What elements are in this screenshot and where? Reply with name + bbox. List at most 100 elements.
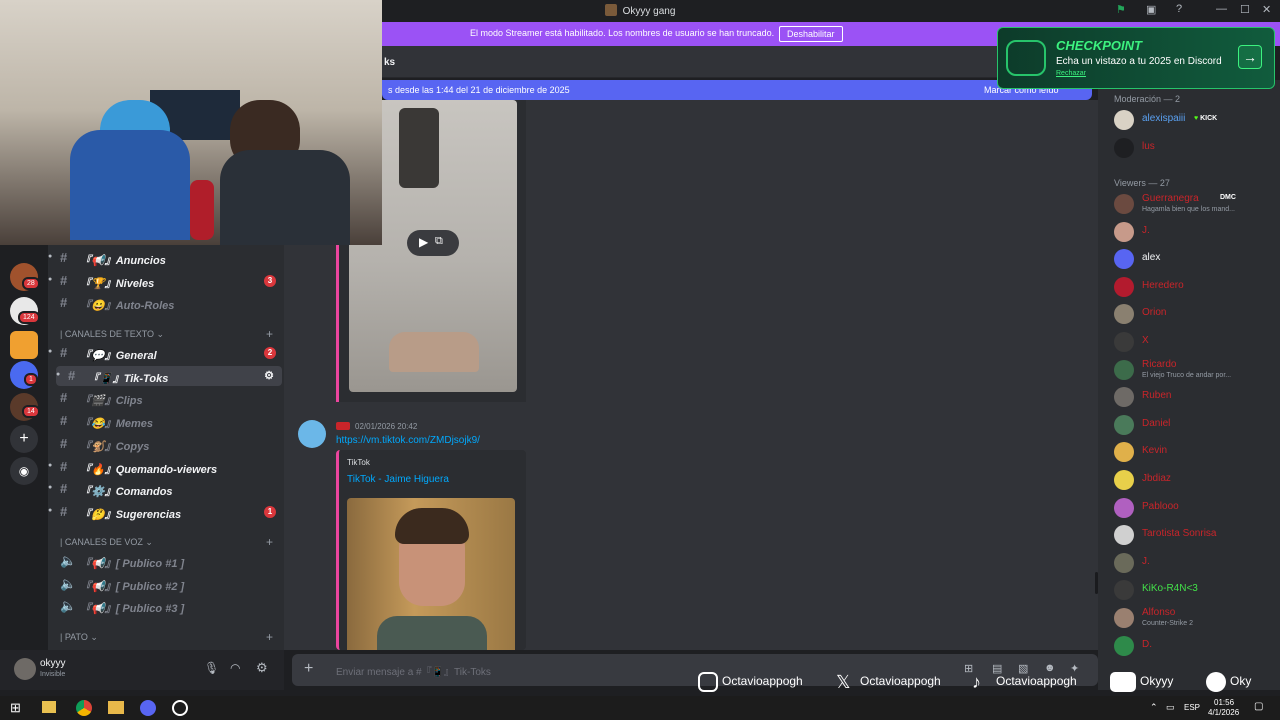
plus-icon[interactable]: + — [10, 425, 38, 453]
webcam-microphone — [190, 180, 214, 240]
social-tiktok: ♪ Octavioappogh — [972, 672, 1077, 692]
member-row[interactable]: Orion — [1112, 302, 1274, 326]
member-row[interactable]: lus — [1112, 136, 1274, 160]
chevron-up-icon[interactable]: ⌃ — [1150, 702, 1158, 713]
viewers-header: Viewers — 27 — [1114, 178, 1170, 188]
member-row[interactable]: alexispaiii ♥ KICK — [1112, 108, 1274, 132]
microphone-icon[interactable]: 🎙 — [204, 661, 219, 675]
language-indicator[interactable]: ESP — [1184, 703, 1200, 712]
avatar — [1114, 608, 1134, 628]
channel-label: 『🤔』Sugerencias — [80, 508, 182, 521]
member-row[interactable]: Heredero — [1112, 275, 1274, 299]
channel-item[interactable]: 🔈 『📢』[ Publico #2 ] — [48, 574, 284, 594]
category-text-channels[interactable]: | CANALES DE TEXTO ⌄ + — [60, 327, 273, 341]
open-external-icon[interactable]: ⧉ — [435, 235, 443, 248]
unread-dot-icon: ● — [48, 253, 53, 260]
member-row[interactable]: Ricardo El viejo Truco de andar por... — [1112, 358, 1274, 382]
obs-icon[interactable] — [172, 700, 188, 716]
help-icon[interactable]: ? — [1176, 3, 1182, 15]
server-icon[interactable] — [10, 331, 38, 359]
avatar — [1114, 470, 1134, 490]
member-row[interactable]: Kevin — [1112, 440, 1274, 464]
avatar — [1114, 414, 1134, 435]
arrow-right-icon[interactable]: → — [1238, 45, 1262, 69]
category-voice-channels[interactable]: | CANALES DE VOZ ⌄ + — [60, 535, 273, 549]
member-row[interactable]: X — [1112, 330, 1274, 354]
channel-item[interactable]: ● # 『🏆』Niveles 3 — [48, 271, 284, 291]
disable-streamer-button[interactable]: Deshabilitar — [779, 26, 843, 42]
member-row[interactable]: D. — [1112, 634, 1274, 658]
member-name: J. — [1142, 224, 1150, 236]
clock-time[interactable]: 01:56 — [1214, 698, 1234, 707]
message-link[interactable]: https://vm.tiktok.com/ZMDjsojk9/ — [336, 435, 480, 446]
member-row[interactable]: Tarotista Sonrisa — [1112, 523, 1274, 547]
hash-icon: # — [60, 458, 68, 474]
inbox-flag-icon[interactable]: ⚑ — [1116, 3, 1126, 16]
headphones-icon[interactable]: ◠ — [230, 661, 240, 675]
close-icon[interactable]: ✕ — [1262, 3, 1271, 16]
channel-item[interactable]: ● # 『📢』Anuncios — [48, 248, 284, 268]
mention-badge: 2 — [264, 347, 276, 359]
member-row[interactable]: alex — [1112, 247, 1274, 271]
add-attachment-icon[interactable]: + — [304, 660, 313, 678]
avatar[interactable] — [298, 420, 326, 448]
discord-icon[interactable] — [140, 700, 156, 716]
channel-label: 『📢』Anuncios — [80, 255, 166, 267]
channel-item[interactable]: # 『😂』Memes — [48, 411, 284, 431]
new-messages-bar[interactable]: s desde las 1:44 del 21 de diciembre de … — [382, 80, 1092, 100]
clock-date[interactable]: 4/1/2026 — [1208, 708, 1239, 717]
member-name: Heredero — [1142, 279, 1184, 291]
add-channel-icon[interactable]: + — [266, 630, 273, 644]
minimize-icon[interactable]: — — [1216, 3, 1227, 15]
embed-thumbnail[interactable] — [347, 498, 515, 650]
play-icon[interactable]: ▶ — [419, 235, 428, 249]
member-row[interactable]: Jbdiaz — [1112, 468, 1274, 492]
hash-icon: # — [60, 390, 68, 406]
hash-icon: # — [60, 250, 68, 265]
compass-icon[interactable]: ◉ — [10, 457, 38, 485]
screen-share-icon[interactable]: ▣ — [1146, 3, 1156, 16]
channel-item[interactable]: ● # 『💬』General 2 — [48, 343, 284, 363]
maximize-icon[interactable]: ☐ — [1240, 3, 1250, 16]
channel-item[interactable]: # 『🐒』Copys — [48, 434, 284, 454]
member-row[interactable]: KiKo-R4N<3 — [1112, 578, 1274, 602]
add-channel-icon[interactable]: + — [266, 327, 273, 341]
channel-item[interactable]: ● # 『🤔』Sugerencias 1 — [48, 502, 284, 522]
member-row[interactable]: Daniel — [1112, 413, 1274, 437]
channel-header: ks — [382, 46, 1098, 78]
video-object — [399, 108, 439, 188]
member-row[interactable]: J. — [1112, 220, 1274, 244]
avatar[interactable] — [14, 658, 36, 680]
channel-item[interactable]: 🔈 『📢』[ Publico #3 ] — [48, 596, 284, 616]
member-row[interactable]: J. — [1112, 551, 1274, 575]
windows-start-icon[interactable]: ⊞ — [10, 700, 21, 716]
new-messages-text: s desde las 1:44 del 21 de diciembre de … — [388, 85, 570, 95]
channel-settings-icon[interactable]: ⚙ — [264, 369, 274, 382]
file-explorer-icon[interactable] — [108, 701, 124, 714]
member-row[interactable]: Ruben — [1112, 385, 1274, 409]
author-name-redacted[interactable] — [336, 422, 350, 430]
checkpoint-promo[interactable]: CHECKPOINT Echa un vistazo a tu 2025 en … — [997, 27, 1275, 89]
chrome-icon[interactable] — [76, 700, 92, 716]
controller-icon — [1006, 40, 1046, 76]
member-name: Pablooo — [1142, 500, 1179, 512]
category-pato[interactable]: | PATO ⌄ + — [60, 630, 273, 644]
add-channel-icon[interactable]: + — [266, 535, 273, 549]
video-controls[interactable]: ▶ ⧉ — [407, 230, 459, 256]
notifications-icon[interactable]: ▢ — [1254, 701, 1263, 712]
member-row[interactable]: Alfonso Counter-Strike 2 — [1112, 606, 1274, 630]
channel-item[interactable]: ● # 『⚙️』Comandos — [48, 479, 284, 499]
media-player-icon[interactable] — [42, 701, 56, 713]
member-row[interactable]: Guerranegra DMC Hagamla bien que los mand.… — [1112, 192, 1274, 216]
youtube-icon — [1110, 672, 1136, 692]
dismiss-link[interactable]: Rechazar — [1056, 70, 1086, 77]
embed-title[interactable]: TikTok - Jaime Higuera — [347, 474, 449, 485]
settings-gear-icon[interactable]: ⚙ — [256, 660, 268, 676]
channel-item[interactable]: ● # 『🔥』Quemando-viewers — [48, 457, 284, 477]
channel-item[interactable]: # 『😀』Auto-Roles — [48, 293, 284, 313]
channel-item[interactable]: 🔈 『📢』[ Publico #1 ] — [48, 551, 284, 571]
channel-item[interactable]: ● # 『📱』Tik-Toks ⚙ — [56, 365, 282, 386]
network-icon[interactable]: ▭ — [1166, 702, 1175, 713]
member-row[interactable]: Pablooo — [1112, 496, 1274, 520]
channel-item[interactable]: # 『🎬』Clips — [48, 388, 284, 408]
